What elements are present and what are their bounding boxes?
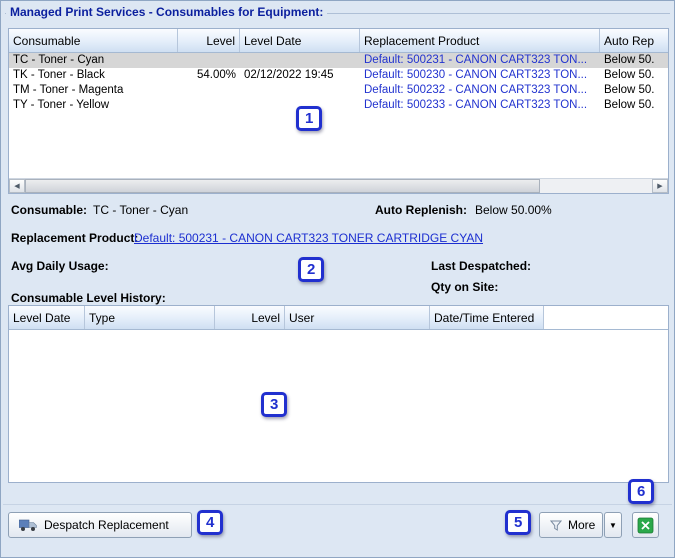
last-despatched-label: Last Despatched: [431,259,532,273]
despatch-replacement-button[interactable]: Despatch Replacement [8,512,192,538]
cell-level-date [240,53,360,68]
column-header-type[interactable]: Type [85,306,215,329]
cell-consumable: TM - Toner - Magenta [13,84,124,96]
cell-consumable: TC - Toner - Cyan [13,54,105,66]
column-header-datetime-entered[interactable]: Date/Time Entered [430,306,544,329]
column-header-level[interactable]: Level [178,29,240,52]
cell-auto-replenish: Below 50. [604,84,655,96]
table-row[interactable]: TC - Toner - Cyan Default: 500231 - CANO… [9,53,668,68]
consumables-table: Consumable Level Level Date Replacement … [8,28,669,194]
scroll-track[interactable] [540,179,652,193]
consumable-level-history-label: Consumable Level History: [11,291,166,305]
annotation-5: 5 [505,510,532,535]
table-row[interactable]: TY - Toner - Yellow Default: 500233 - CA… [9,98,668,113]
more-label: More [568,518,596,532]
more-button[interactable]: More [539,512,603,538]
scroll-right-icon[interactable]: ▶ [652,179,668,193]
annotation-1: 1 [296,106,323,131]
history-table-body [9,330,668,482]
cell-auto-replenish: Below 50. [604,69,655,81]
history-table-header: Level Date Type Level User Date/Time Ent… [9,306,668,330]
cell-level [178,98,240,113]
table-row[interactable]: TK - Toner - Black 54.00% 02/12/2022 19:… [9,68,668,83]
table-row[interactable]: TM - Toner - Magenta Default: 500232 - C… [9,83,668,98]
despatch-truck-icon [19,518,38,532]
annotation-6: 6 [628,479,655,504]
scroll-thumb[interactable] [25,179,540,193]
cell-replacement-product[interactable]: Default: 500231 - CANON CART323 TON... [360,53,600,68]
consumables-table-header: Consumable Level Level Date Replacement … [9,29,668,53]
filter-icon [550,520,562,531]
avg-daily-usage-label: Avg Daily Usage: [11,259,109,273]
column-header-filler [544,306,668,329]
excel-export-icon [637,517,654,534]
consumable-label: Consumable: [11,203,88,217]
auto-replenish-label: Auto Replenish: [375,203,467,217]
consumable-value: TC - Toner - Cyan [93,203,189,217]
cell-level-date [240,83,360,98]
cell-replacement-product[interactable]: Default: 500230 - CANON CART323 TON... [360,68,600,83]
column-header-replacement-product[interactable]: Replacement Product [360,29,600,52]
qty-on-site-label: Qty on Site: [431,280,499,294]
annotation-3: 3 [261,392,288,417]
annotation-2: 2 [298,257,325,282]
horizontal-scrollbar[interactable]: ◀ ▶ [9,178,668,193]
column-header-user[interactable]: User [285,306,430,329]
scroll-left-icon[interactable]: ◀ [9,179,25,193]
column-header-level-date[interactable]: Level Date [9,306,85,329]
cell-level [178,83,240,98]
cell-auto-replenish: Below 50. [604,54,655,66]
export-excel-button[interactable] [632,512,659,538]
column-header-level-date[interactable]: Level Date [240,29,360,52]
annotation-4: 4 [197,510,224,535]
cell-consumable: TK - Toner - Black [13,69,105,81]
despatch-replacement-label: Despatch Replacement [44,518,169,532]
cell-replacement-product[interactable]: Default: 500232 - CANON CART323 TON... [360,83,600,98]
cell-auto-replenish: Below 50. [604,99,655,111]
replacement-product-label: Replacement Product: [11,231,139,245]
cell-consumable: TY - Toner - Yellow [13,99,110,111]
consumables-panel: Managed Print Services - Consumables for… [0,0,675,558]
consumables-table-body: TC - Toner - Cyan Default: 500231 - CANO… [9,53,668,178]
history-table: Level Date Type Level User Date/Time Ent… [8,305,669,483]
cell-level-date: 02/12/2022 19:45 [244,69,334,81]
more-dropdown-button[interactable]: ▼ [604,512,622,538]
replacement-product-link[interactable]: Default: 500231 - CANON CART323 TONER CA… [134,231,483,245]
footer-divider [3,504,672,505]
column-header-consumable[interactable]: Consumable [9,29,178,52]
column-header-auto-replenish[interactable]: Auto Rep [600,29,668,52]
auto-replenish-value: Below 50.00% [475,203,552,217]
cell-replacement-product[interactable]: Default: 500233 - CANON CART323 TON... [360,98,600,113]
chevron-down-icon: ▼ [609,520,617,530]
column-header-level[interactable]: Level [215,306,285,329]
panel-title: Managed Print Services - Consumables for… [6,5,328,19]
cell-level: 54.00% [196,69,236,81]
cell-level [178,53,240,68]
